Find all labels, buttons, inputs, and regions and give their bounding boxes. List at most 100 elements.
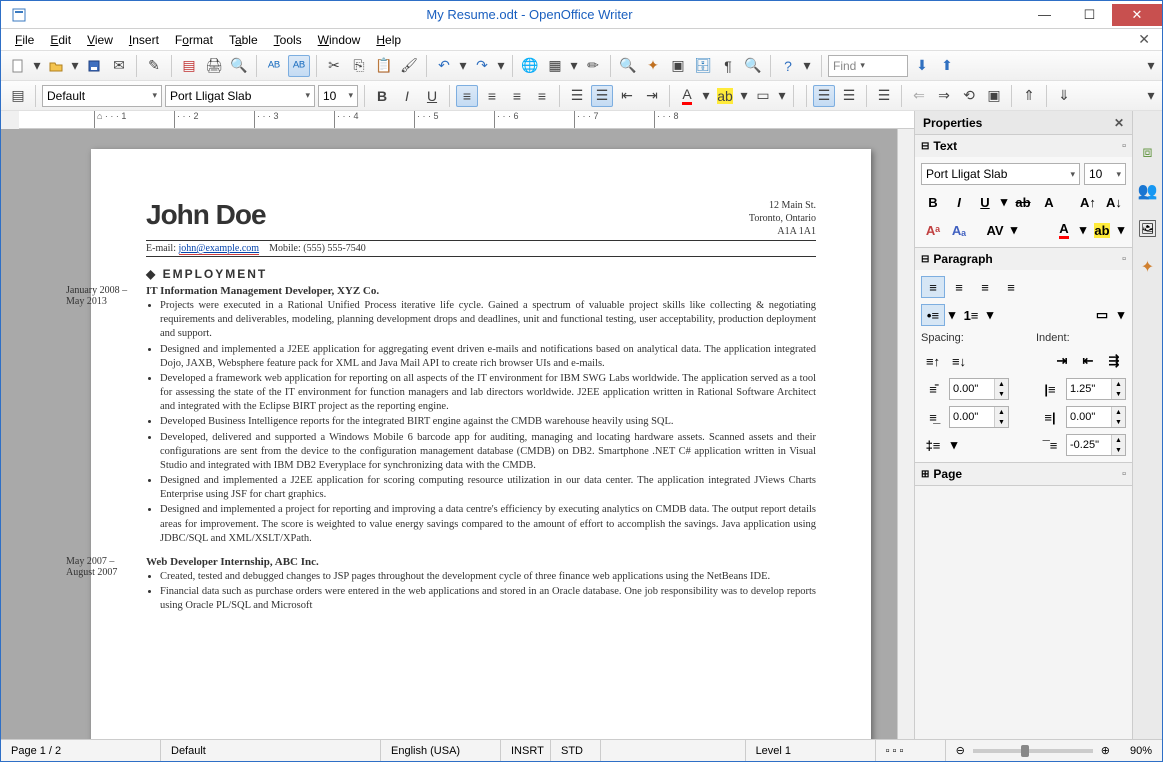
status-insert[interactable]: INSRT (501, 740, 551, 761)
job-entry[interactable]: January 2008 – May 2013 IT Information M… (146, 285, 816, 552)
page-section-header[interactable]: ⊞Page ▫ (915, 463, 1132, 485)
format-paintbrush-button[interactable]: 🖌 (398, 55, 420, 77)
zoom-level[interactable]: 90% (1120, 740, 1162, 761)
sb-dec-indent[interactable]: ⇤ (1076, 350, 1100, 372)
spacing-below-input[interactable]: ▲▼ (949, 406, 1009, 428)
list-button-2[interactable]: ☰ (838, 85, 860, 107)
increase-indent-button[interactable]: ⇥ (641, 85, 663, 107)
menu-help[interactable]: Help (370, 31, 407, 49)
bullet[interactable]: Projects were executed in a Rational Uni… (160, 299, 816, 342)
font-name-select[interactable]: Port Lligat Slab▾ (165, 85, 315, 107)
resume-contact[interactable]: E-mail: john@example.com Mobile: (555) 5… (146, 243, 816, 257)
bullet[interactable]: Designed and implemented a J2EE applicat… (160, 343, 816, 371)
format-toolbar-more[interactable]: ▾ (1146, 85, 1156, 107)
gallery-button[interactable]: ▣ (667, 55, 689, 77)
text-section-header[interactable]: ⊟Text ▫ (915, 135, 1132, 157)
sb-align-left[interactable]: ≡ (921, 276, 945, 298)
section-employment[interactable]: EMPLOYMENT (146, 267, 816, 281)
sb-underline-dd[interactable]: ▾ (999, 191, 1009, 213)
toolbar-more[interactable]: ▾ (1146, 55, 1156, 77)
sb-numbering[interactable]: 1≡ (959, 304, 983, 326)
undo-dropdown[interactable]: ▾ (458, 55, 468, 77)
bullet[interactable]: Designed and implemented a J2EE applicat… (160, 474, 816, 502)
find-prev-button[interactable]: ⬆ (936, 55, 958, 77)
menu-insert[interactable]: Insert (123, 31, 165, 49)
underline-button[interactable]: U (421, 85, 443, 107)
sb-italic-button[interactable]: I (947, 191, 971, 213)
page[interactable]: John Doe 12 Main St. Toronto, Ontario A1… (91, 149, 871, 739)
properties-tab-icon[interactable]: ⧈ (1136, 141, 1160, 165)
new-doc-button[interactable] (7, 55, 29, 77)
zoom-out-icon[interactable]: ⊖ (956, 744, 965, 757)
sidebar-size-select[interactable]: 10▾ (1084, 163, 1126, 185)
nav-back-button[interactable]: ⇐ (908, 85, 930, 107)
more-icon[interactable]: ▫ (1122, 468, 1126, 480)
nonprinting-chars-button[interactable]: ¶ (717, 55, 739, 77)
sb-inc-indent[interactable]: ⇥ (1050, 350, 1074, 372)
nav-end-button[interactable]: ▣ (983, 85, 1005, 107)
document-canvas[interactable]: John Doe 12 Main St. Toronto, Ontario A1… (1, 129, 897, 739)
minimize-button[interactable]: — (1022, 4, 1067, 26)
demote-button[interactable]: ⇓ (1053, 85, 1075, 107)
indent-left-input[interactable]: ▲▼ (1066, 378, 1126, 400)
drawing-button[interactable]: ✏ (582, 55, 604, 77)
list-button-1[interactable]: ☰ (813, 85, 835, 107)
sb-fontcolor-button[interactable]: A (1052, 219, 1076, 241)
bold-button[interactable]: B (371, 85, 393, 107)
email-button[interactable]: ✉ (108, 55, 130, 77)
sb-sub-button[interactable]: Aₐ (947, 219, 971, 241)
sb-bgcolor[interactable]: ▭ (1090, 304, 1114, 326)
first-line-input[interactable]: ▲▼ (1066, 434, 1126, 456)
align-justify-button[interactable]: ≡ (531, 85, 553, 107)
navigator-tab-icon[interactable]: ✦ (1136, 255, 1160, 279)
export-pdf-button[interactable]: ▤ (178, 55, 200, 77)
hyperlink-button[interactable]: 🌐 (519, 55, 541, 77)
sb-grow-font-button[interactable]: A↑ (1076, 191, 1100, 213)
font-color-dropdown[interactable]: ▾ (701, 85, 711, 107)
status-selection[interactable]: STD (551, 740, 601, 761)
sb-fontcolor-dd[interactable]: ▾ (1078, 219, 1088, 241)
more-icon[interactable]: ▫ (1122, 140, 1126, 152)
auto-spellcheck-button[interactable]: ᴬᴮ (288, 55, 310, 77)
nav-forward-button[interactable]: ⇒ (933, 85, 955, 107)
maximize-button[interactable]: ☐ (1067, 4, 1112, 26)
horizontal-ruler[interactable]: ⌂ · · · 1· · · 2· · · 3 · · · 4· · · 5· … (19, 111, 914, 129)
numbered-list-button[interactable]: ☰ (566, 85, 588, 107)
decrease-indent-button[interactable]: ⇤ (616, 85, 638, 107)
menu-window[interactable]: Window (312, 31, 367, 49)
redo-dropdown[interactable]: ▾ (496, 55, 506, 77)
bullet[interactable]: Created, tested and debugged changes to … (160, 570, 816, 584)
table-dropdown[interactable]: ▾ (569, 55, 579, 77)
bullet-list-button[interactable]: ☰ (591, 85, 613, 107)
save-button[interactable] (83, 55, 105, 77)
edit-button[interactable]: ✎ (143, 55, 165, 77)
close-button[interactable]: ✕ (1112, 4, 1162, 26)
sb-bullets[interactable]: •≡ (921, 304, 945, 326)
menu-table[interactable]: Table (223, 31, 264, 49)
align-center-button[interactable]: ≡ (481, 85, 503, 107)
spacing-above-input[interactable]: ▲▼ (949, 378, 1009, 400)
job-entry[interactable]: May 2007 – August 2007 Web Developer Int… (146, 556, 816, 620)
bullet[interactable]: Financial data such as purchase orders w… (160, 585, 816, 613)
promote-button[interactable]: ⇑ (1018, 85, 1040, 107)
highlight-dropdown[interactable]: ▾ (739, 85, 749, 107)
more-icon[interactable]: ▫ (1122, 253, 1126, 265)
nav-current-button[interactable]: ⟲ (958, 85, 980, 107)
open-button[interactable] (45, 55, 67, 77)
resume-address[interactable]: 12 Main St. Toronto, Ontario A1A 1A1 (749, 199, 816, 238)
align-right-button[interactable]: ≡ (506, 85, 528, 107)
styles-tab-icon[interactable]: 👥 (1136, 179, 1160, 203)
sb-highlight-dd[interactable]: ▾ (1116, 219, 1126, 241)
bullet[interactable]: Designed and implemented a project for r… (160, 503, 816, 546)
font-color-button[interactable]: A (676, 85, 698, 107)
status-page[interactable]: Page 1 / 2 (1, 740, 161, 761)
print-button[interactable]: 🖨 (203, 55, 225, 77)
bg-color-button[interactable]: ▭ (752, 85, 774, 107)
sb-bgcolor-dd[interactable]: ▾ (1116, 304, 1126, 326)
sb-spacing-dd[interactable]: ▾ (1009, 219, 1019, 241)
sidebar-close-icon[interactable]: ✕ (1114, 116, 1124, 130)
sb-underline-button[interactable]: U (973, 191, 997, 213)
close-document-button[interactable]: ✕ (1134, 31, 1154, 48)
menu-edit[interactable]: Edit (44, 31, 77, 49)
zoom-in-icon[interactable]: ⊕ (1101, 744, 1110, 757)
